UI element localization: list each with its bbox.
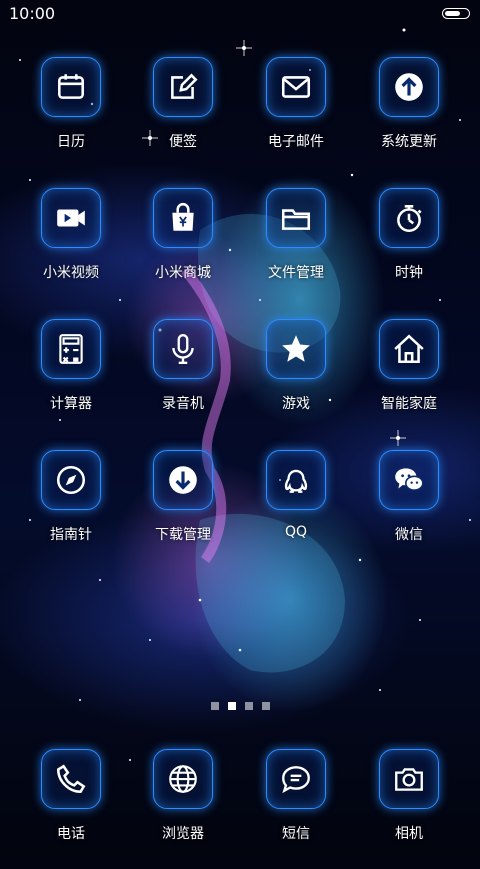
- app-calendar[interactable]: 日历: [16, 57, 126, 177]
- app-mail[interactable]: 电子邮件: [241, 57, 351, 177]
- app-qq[interactable]: QQ: [241, 450, 351, 570]
- app-games[interactable]: 游戏: [241, 319, 351, 439]
- message-icon: [266, 749, 326, 809]
- app-file-manager[interactable]: 文件管理: [241, 188, 351, 308]
- app-mi-store[interactable]: 小米商城: [128, 188, 238, 308]
- page-dot[interactable]: [227, 702, 236, 710]
- folder-icon: [266, 188, 326, 248]
- page-dot[interactable]: [261, 702, 270, 710]
- compass-icon: [41, 450, 101, 510]
- app-smart-home[interactable]: 智能家庭: [354, 319, 464, 439]
- app-label: 微信: [395, 527, 423, 543]
- dock-messages[interactable]: 短信: [241, 749, 351, 869]
- app-clock[interactable]: 时钟: [354, 188, 464, 308]
- app-label: 系统更新: [381, 134, 437, 150]
- app-label: 小米商城: [155, 265, 211, 281]
- dock-camera[interactable]: 相机: [354, 749, 464, 869]
- page-dot[interactable]: [210, 702, 219, 710]
- app-label: 电话: [57, 826, 85, 842]
- app-system-update[interactable]: 系统更新: [354, 57, 464, 177]
- app-wechat[interactable]: 微信: [354, 450, 464, 570]
- update-icon: [379, 57, 439, 117]
- app-label: 时钟: [395, 265, 423, 281]
- app-label: 录音机: [162, 396, 204, 412]
- app-label: 下载管理: [155, 527, 211, 543]
- status-time: 10:00: [9, 4, 56, 23]
- mail-icon: [266, 57, 326, 117]
- dock-browser[interactable]: 浏览器: [128, 749, 238, 869]
- app-label: 短信: [282, 826, 310, 842]
- app-label: 浏览器: [162, 826, 204, 842]
- wechat-icon: [379, 450, 439, 510]
- app-mi-video[interactable]: 小米视频: [16, 188, 126, 308]
- home-icon: [379, 319, 439, 379]
- battery-icon: [442, 8, 470, 19]
- app-label: 小米视频: [43, 265, 99, 281]
- app-label: 文件管理: [268, 265, 324, 281]
- app-label: 相机: [395, 826, 423, 842]
- app-label: QQ: [284, 524, 308, 540]
- page-indicator: [0, 702, 480, 712]
- app-label: 电子邮件: [268, 134, 324, 150]
- notes-icon: [153, 57, 213, 117]
- status-bar: 10:00: [0, 0, 480, 28]
- app-recorder[interactable]: 录音机: [128, 319, 238, 439]
- app-label: 便签: [169, 134, 197, 150]
- app-calculator[interactable]: 计算器: [16, 319, 126, 439]
- video-icon: [41, 188, 101, 248]
- camera-icon: [379, 749, 439, 809]
- app-download-manager[interactable]: 下载管理: [128, 450, 238, 570]
- app-label: 计算器: [50, 396, 92, 412]
- app-label: 指南针: [50, 527, 92, 543]
- dock-phone[interactable]: 电话: [16, 749, 126, 869]
- calculator-icon: [41, 319, 101, 379]
- download-icon: [153, 450, 213, 510]
- app-label: 智能家庭: [381, 396, 437, 412]
- globe-icon: [153, 749, 213, 809]
- shopping-bag-icon: [153, 188, 213, 248]
- star-icon: [266, 319, 326, 379]
- app-notes[interactable]: 便签: [128, 57, 238, 177]
- qq-icon: [266, 450, 326, 510]
- phone-icon: [41, 749, 101, 809]
- calendar-icon: [41, 57, 101, 117]
- stopwatch-icon: [379, 188, 439, 248]
- battery-level: [445, 11, 460, 16]
- app-label: 日历: [57, 134, 85, 150]
- microphone-icon: [153, 319, 213, 379]
- app-compass[interactable]: 指南针: [16, 450, 126, 570]
- page-dot[interactable]: [244, 702, 253, 710]
- app-label: 游戏: [282, 396, 310, 412]
